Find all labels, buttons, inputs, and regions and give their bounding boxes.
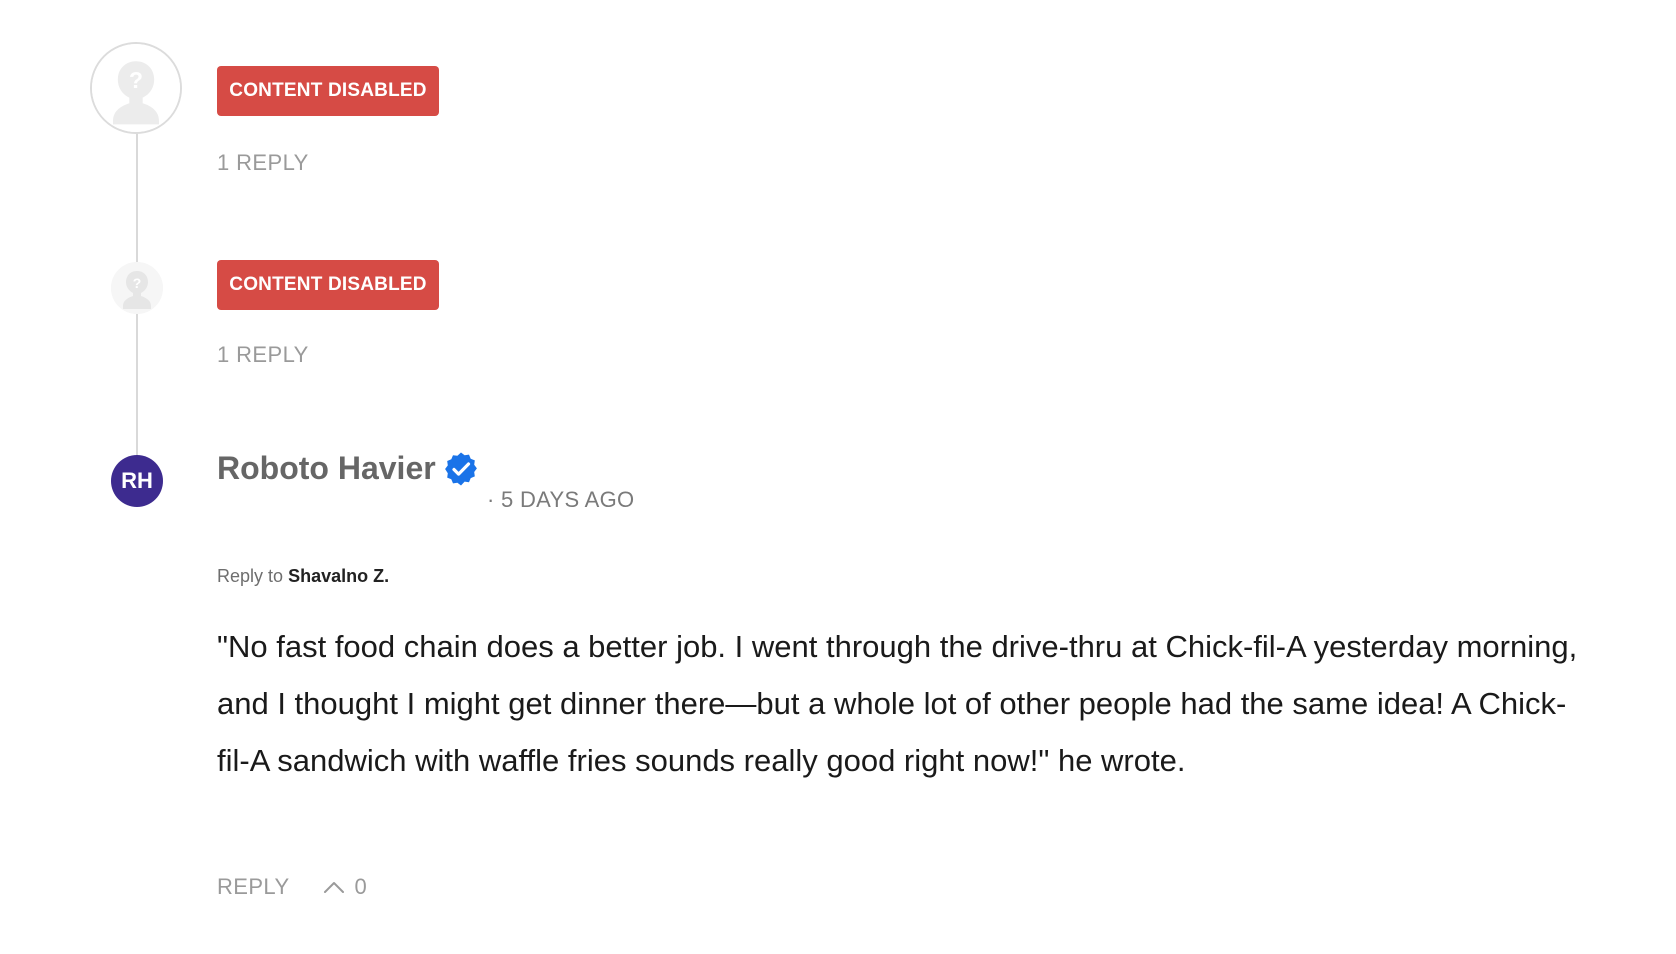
replies-count-link[interactable]: 1 REPLY — [217, 342, 309, 368]
content-disabled-badge: CONTENT DISABLED — [217, 66, 439, 116]
upvote-button[interactable]: 0 — [322, 874, 367, 900]
chevron-up-icon — [323, 882, 344, 893]
avatar: RH — [111, 455, 163, 507]
comment-actions: REPLY 0 — [217, 872, 367, 902]
reply-to-user[interactable]: Shavalno Z. — [288, 566, 389, 586]
comment-body: "No fast food chain does a better job. I… — [217, 629, 1578, 778]
svg-text:?: ? — [133, 275, 142, 291]
reply-to-label: Reply to — [217, 566, 284, 586]
reply-to-line: Reply to Shavalno Z. — [217, 566, 389, 587]
verified-badge-icon — [443, 451, 479, 487]
anonymous-user-icon: ? — [111, 262, 163, 314]
reply-button[interactable]: REPLY — [217, 874, 290, 900]
svg-text:?: ? — [129, 67, 143, 93]
timestamp: · 5 DAYS AGO — [487, 487, 635, 512]
upvote-count: 0 — [354, 874, 367, 899]
replies-count-link[interactable]: 1 REPLY — [217, 150, 309, 176]
anonymous-user-icon: ? — [90, 42, 182, 134]
author-name[interactable]: Roboto Havier — [217, 450, 436, 487]
content-disabled-badge: CONTENT DISABLED — [217, 260, 439, 310]
